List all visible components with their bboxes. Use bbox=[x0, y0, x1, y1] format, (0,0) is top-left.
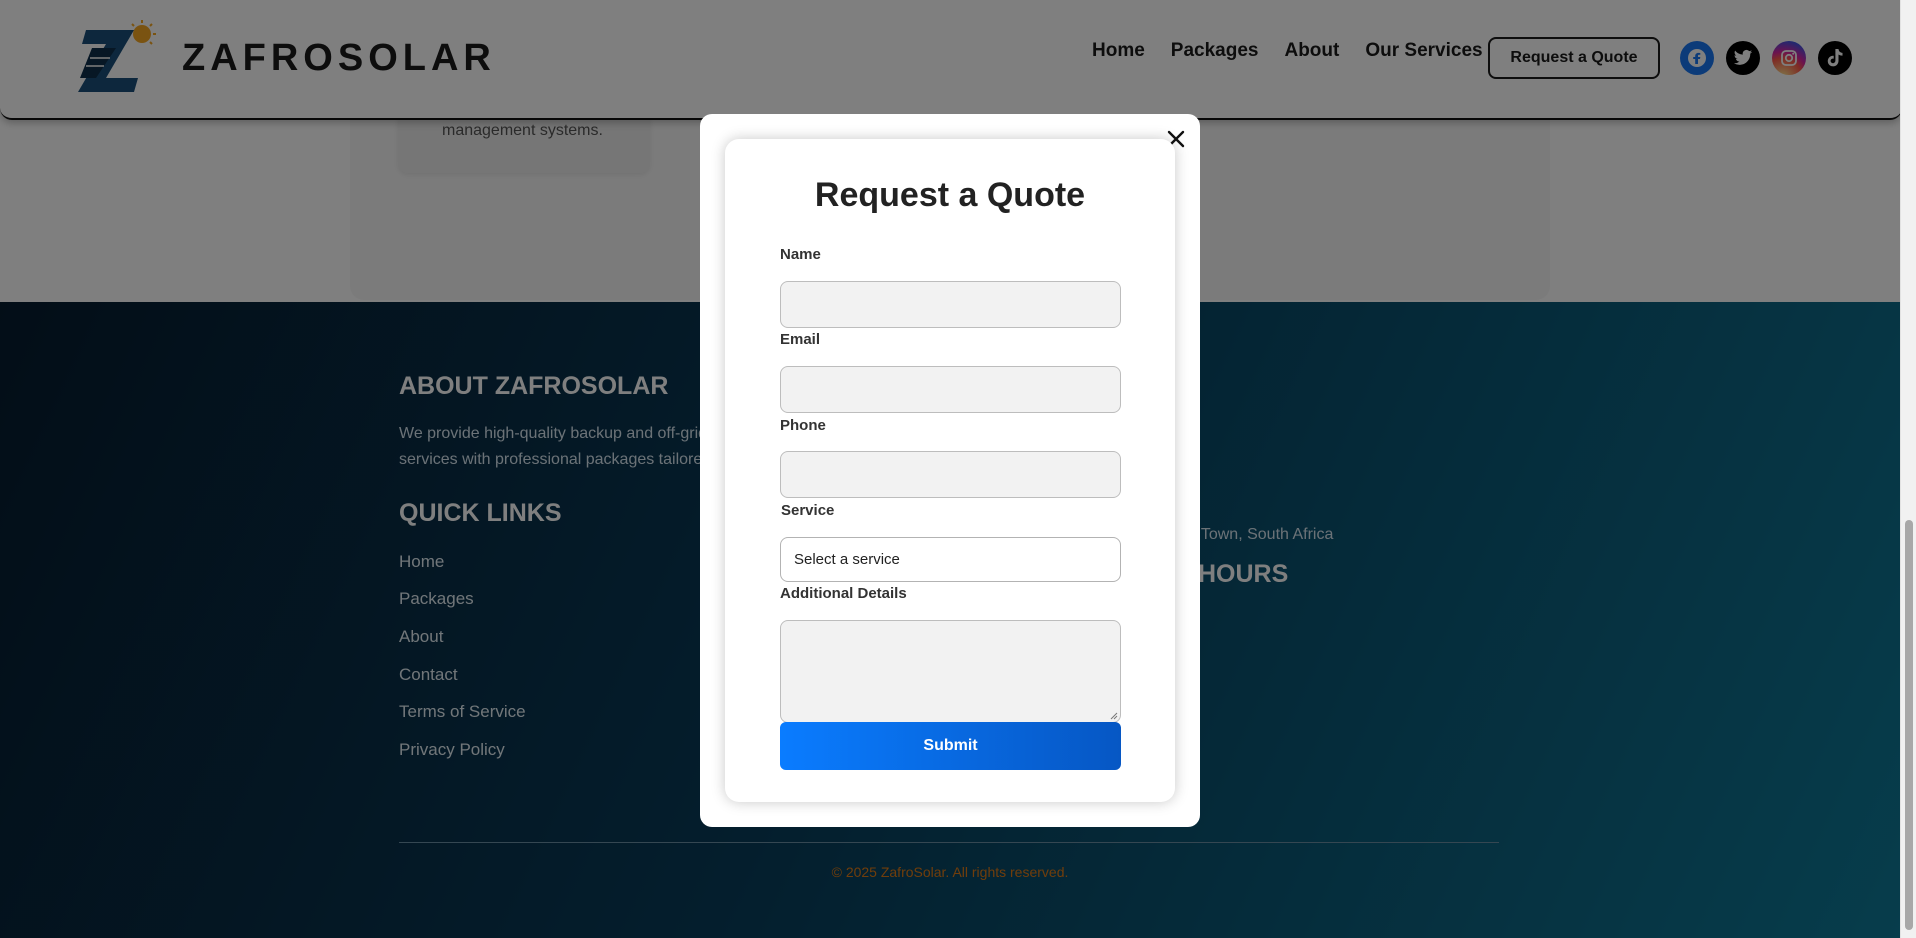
modal-backdrop[interactable]: Request a Quote Name Email Phone Service… bbox=[0, 0, 1900, 938]
modal-title: Request a Quote bbox=[814, 176, 1086, 214]
email-input[interactable] bbox=[780, 366, 1121, 413]
quote-form-card: Request a Quote Name Email Phone Service… bbox=[725, 139, 1175, 802]
service-label: Service bbox=[781, 502, 835, 519]
details-label: Additional Details bbox=[780, 585, 907, 602]
details-textarea[interactable] bbox=[780, 620, 1121, 723]
page-scrollbar[interactable] bbox=[1900, 0, 1916, 938]
quote-modal: Request a Quote Name Email Phone Service… bbox=[700, 114, 1200, 827]
scrollbar-thumb[interactable] bbox=[1905, 520, 1913, 930]
service-select-value: Select a service bbox=[794, 551, 900, 568]
submit-button[interactable]: Submit bbox=[780, 722, 1121, 770]
resize-grip-icon[interactable] bbox=[1110, 712, 1118, 720]
name-label: Name bbox=[780, 246, 821, 263]
name-input[interactable] bbox=[780, 281, 1121, 328]
email-label: Email bbox=[780, 331, 821, 348]
service-select[interactable]: Select a service bbox=[780, 537, 1121, 582]
phone-input[interactable] bbox=[780, 451, 1121, 498]
phone-label: Phone bbox=[780, 417, 826, 434]
